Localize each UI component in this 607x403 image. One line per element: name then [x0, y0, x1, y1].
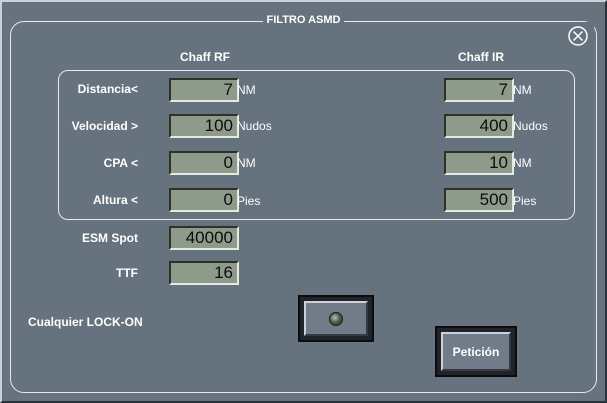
ir-velocidad-field[interactable]: 400 [444, 114, 514, 138]
close-button[interactable] [562, 22, 594, 50]
led-indicator-icon [329, 311, 343, 326]
rf-distancia-field[interactable]: 7 [169, 78, 239, 102]
label-distancia: Distancia< [77, 82, 138, 96]
label-ttf: TTF [116, 266, 138, 280]
lock-on-indicator-button[interactable] [298, 295, 374, 342]
rf-altura-unit: Pies [237, 194, 261, 208]
peticion-button-label: Petición [441, 332, 511, 371]
rf-cpa-field[interactable]: 0 [169, 151, 239, 175]
panel-title: FILTRO ASMD [262, 14, 345, 26]
ir-distancia-unit: NM [513, 83, 532, 97]
ir-cpa-unit: NM [513, 156, 532, 170]
lock-on-indicator-face [304, 301, 368, 336]
label-lock-on: Cualquier LOCK-ON [28, 315, 143, 329]
rf-altura-field[interactable]: 0 [169, 188, 239, 212]
ir-velocidad-unit: Nudos [513, 119, 548, 133]
ir-altura-unit: Pies [513, 194, 537, 208]
rf-cpa-unit: NM [237, 156, 256, 170]
label-cpa: CPA < [103, 156, 138, 170]
peticion-button[interactable]: Petición [435, 326, 517, 377]
rf-velocidad-field[interactable]: 100 [169, 114, 239, 138]
close-circle-icon [568, 26, 588, 46]
rf-velocidad-unit: Nudos [237, 119, 272, 133]
label-esm-spot: ESM Spot [82, 231, 138, 245]
label-altura: Altura < [92, 193, 138, 207]
column-header-chaff-ir: Chaff IR [458, 50, 504, 64]
column-header-chaff-rf: Chaff RF [180, 50, 230, 64]
ir-cpa-field[interactable]: 10 [444, 151, 514, 175]
esm-spot-field[interactable]: 40000 [169, 226, 239, 250]
ir-distancia-field[interactable]: 7 [444, 78, 514, 102]
label-velocidad: Velocidad > [71, 119, 138, 133]
ir-altura-field[interactable]: 500 [444, 188, 514, 212]
ttf-field[interactable]: 16 [169, 261, 239, 285]
rf-distancia-unit: NM [237, 83, 256, 97]
